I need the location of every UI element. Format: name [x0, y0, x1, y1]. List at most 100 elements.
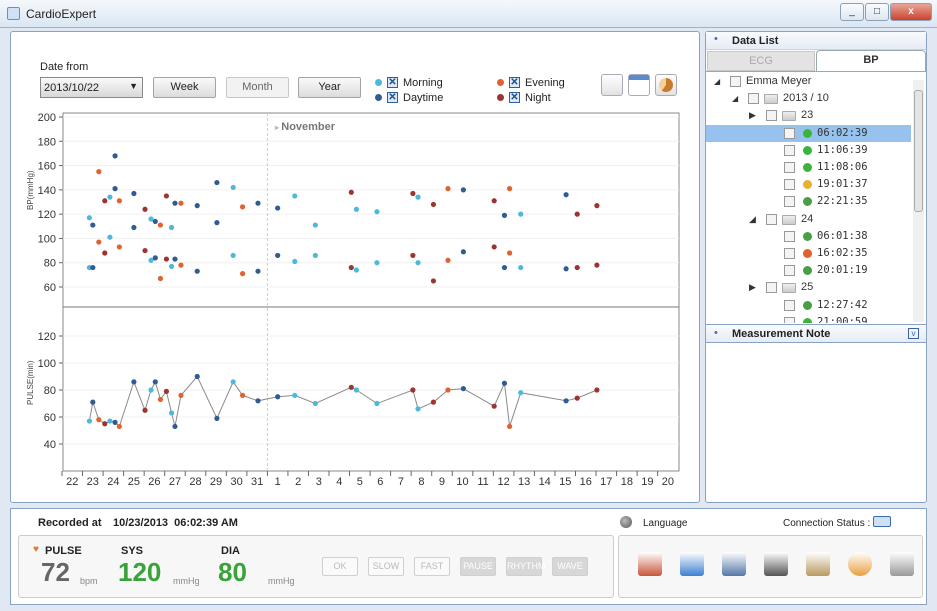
x-tick-label: 16 — [580, 476, 592, 488]
pulse-unit: bpm — [80, 576, 98, 586]
print-icon[interactable] — [764, 552, 788, 576]
checkbox[interactable] — [784, 162, 795, 173]
bp-tick-label: 120 — [38, 209, 56, 221]
indicator-wave: WAVE — [552, 557, 588, 576]
x-tick-label: 28 — [189, 476, 201, 488]
checkbox[interactable] — [730, 76, 741, 87]
tree-record[interactable]: 21:00:59 — [706, 314, 911, 323]
sys-point — [501, 212, 508, 218]
folder-icon — [782, 283, 796, 294]
checkbox[interactable] — [784, 299, 795, 311]
tree-day[interactable]: ▶ 25 — [706, 279, 911, 296]
checkbox[interactable] — [784, 196, 795, 208]
collapse-icon[interactable]: ◢ — [732, 90, 738, 107]
checkbox[interactable] — [784, 144, 795, 156]
tree-record[interactable]: 06:01:38 — [706, 228, 911, 245]
scrollbar-thumb[interactable] — [914, 90, 923, 212]
measurement-note-header[interactable]: • Measurement Note v — [706, 324, 926, 343]
x-tick-label: 26 — [148, 476, 160, 488]
pulse-point — [415, 406, 421, 412]
trash-icon[interactable] — [890, 552, 914, 576]
record-time: 06:01:38 — [817, 229, 868, 242]
dia-point — [239, 271, 246, 277]
pulse-point — [460, 386, 466, 392]
checkbox[interactable] — [784, 316, 795, 323]
tree-day[interactable]: ◢ 24 — [706, 211, 911, 228]
connection-status-label: Connection Status : — [783, 518, 871, 529]
tree-month[interactable]: ◢ 2013 / 10 — [706, 90, 911, 107]
bp-tick-label: 60 — [44, 282, 56, 294]
tree-record[interactable]: 06:02:39 — [706, 124, 911, 142]
tree-record[interactable]: 16:02:35 — [706, 245, 911, 262]
search-report-icon[interactable] — [806, 552, 830, 576]
settings-icon[interactable] — [722, 552, 746, 576]
tree-record[interactable]: 12:27:42 — [706, 297, 911, 314]
pulse-point — [239, 392, 246, 398]
pulse-point — [86, 418, 92, 424]
collapse-icon[interactable]: ◢ — [749, 211, 756, 228]
dia-point — [90, 264, 96, 271]
month-label: 2013 / 10 — [783, 92, 829, 105]
language-link[interactable]: Language — [643, 518, 688, 529]
pulse-point — [152, 379, 158, 385]
pulse-point — [518, 390, 524, 396]
x-tick-label: 11 — [477, 476, 488, 488]
pulse-label: PULSE — [45, 545, 82, 557]
patient-name: Emma Meyer — [746, 75, 812, 87]
sys-point — [594, 203, 600, 209]
sys-point — [445, 186, 451, 192]
tab-ecg[interactable]: ECG — [707, 51, 815, 71]
checkbox[interactable] — [784, 265, 795, 277]
tree-record[interactable]: 22:21:35 — [706, 193, 911, 210]
dia-point — [96, 239, 102, 245]
sys-point — [239, 204, 246, 210]
expand-icon[interactable]: v — [908, 328, 919, 339]
checkbox[interactable] — [784, 127, 795, 139]
checkbox[interactable] — [766, 213, 777, 225]
x-tick-label: 31 — [251, 476, 263, 488]
checkbox[interactable] — [748, 93, 759, 105]
pulse-point — [102, 421, 108, 427]
tab-bp[interactable]: BP — [816, 50, 926, 71]
sys-point — [275, 205, 281, 211]
checkbox[interactable] — [784, 179, 795, 191]
pulse-point — [275, 394, 281, 400]
sys-point — [312, 222, 318, 228]
tree-record[interactable]: 11:06:39 — [706, 142, 911, 159]
bp-tick-label: 180 — [38, 136, 56, 148]
checkbox[interactable] — [784, 248, 795, 259]
globe-icon[interactable] — [620, 516, 632, 528]
dia-point — [563, 266, 569, 272]
dia-point — [574, 264, 580, 271]
expand-icon[interactable]: ▶ — [749, 279, 756, 296]
checkbox[interactable] — [766, 282, 777, 294]
checkbox[interactable] — [766, 110, 777, 122]
data-list-panel: • Data List ECG BP ◢ Emma Meyer ◢ 2013 / 10… — [705, 31, 927, 503]
dia-point — [460, 249, 466, 255]
status-dot-icon — [803, 128, 812, 138]
pulse-point — [107, 418, 113, 424]
checkbox[interactable] — [784, 230, 795, 242]
tree-record[interactable]: 19:01:37 — [706, 176, 911, 193]
dia-point — [353, 267, 360, 273]
info-icon[interactable] — [848, 552, 872, 576]
expand-icon[interactable]: ▶ — [749, 107, 756, 124]
tree-day[interactable]: ▶ 23 — [706, 107, 911, 124]
export-icon[interactable] — [680, 552, 704, 576]
collapse-icon[interactable]: ◢ — [714, 73, 720, 90]
sys-point — [102, 198, 108, 204]
dia-point — [507, 250, 513, 256]
tree-record[interactable]: 20:01:19 — [706, 262, 911, 279]
pulse-tick-label: 80 — [44, 385, 56, 397]
x-tick-label: 14 — [539, 476, 551, 488]
tree-scrollbar[interactable] — [913, 80, 924, 322]
tree-patient[interactable]: ◢ Emma Meyer — [706, 73, 911, 90]
patient-card-icon[interactable] — [638, 552, 662, 576]
sys-point — [214, 179, 220, 186]
bp-tick-label: 80 — [44, 258, 56, 270]
record-time: 11:06:39 — [817, 143, 868, 156]
sys-point — [152, 218, 158, 225]
pulse-tick-label: 60 — [44, 412, 56, 424]
sys-point — [163, 193, 170, 199]
tree-record[interactable]: 11:08:06 — [706, 159, 911, 176]
